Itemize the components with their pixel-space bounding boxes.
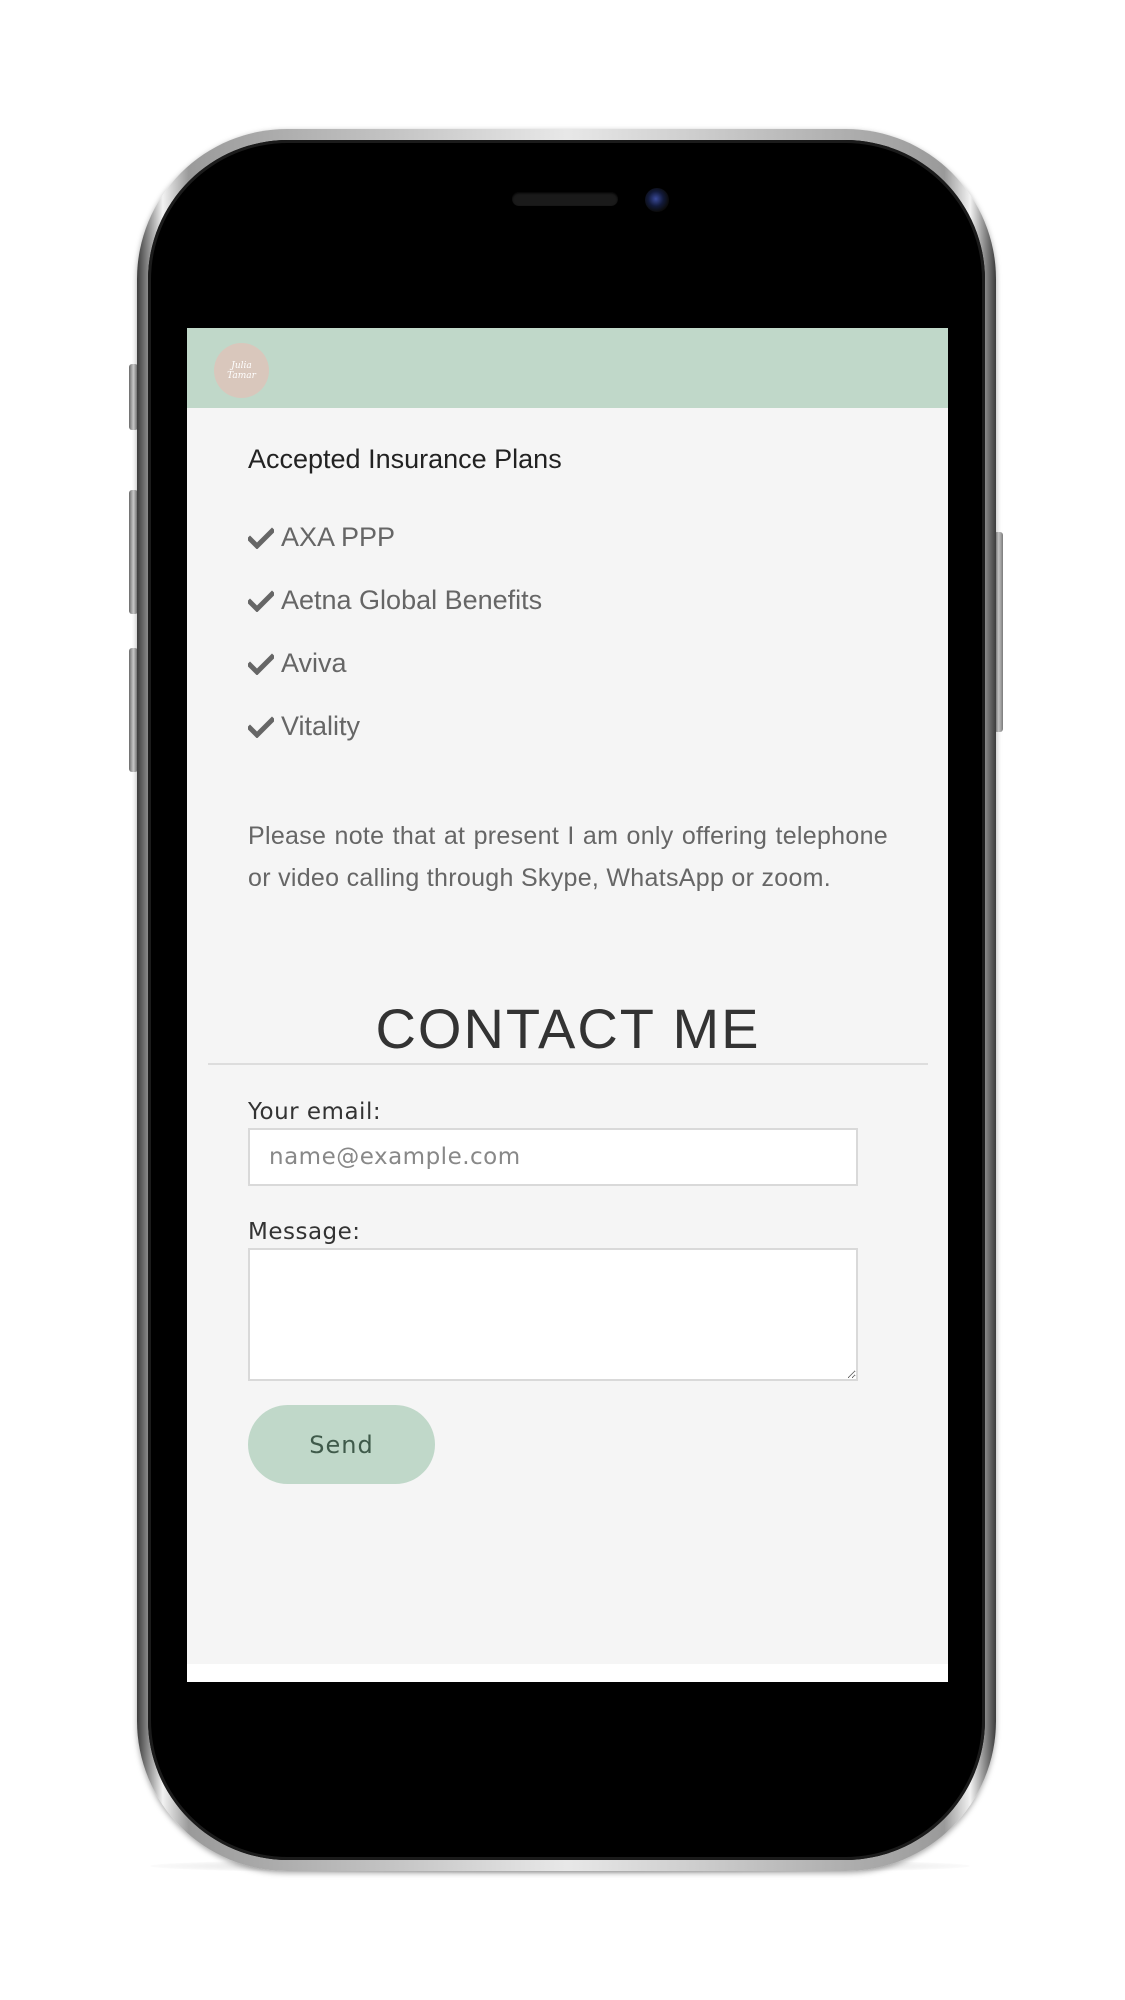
site-logo[interactable]: Julia Tamar <box>214 343 269 398</box>
check-icon <box>248 526 274 549</box>
logo-text-line1: Julia <box>231 360 252 371</box>
page: Julia Tamar Accepted Insurance Plans AXA… <box>0 0 1125 2000</box>
section-divider <box>208 1063 928 1065</box>
plan-label: Vitality <box>281 711 361 741</box>
send-button[interactable]: Send <box>248 1405 435 1484</box>
site-header: Julia Tamar <box>187 328 948 408</box>
email-field[interactable] <box>248 1128 858 1186</box>
plan-label: AXA PPP <box>281 522 396 552</box>
message-label: Message: <box>248 1219 361 1245</box>
check-icon <box>248 715 274 738</box>
insurance-plan-list: AXA PPP Aetna Global Benefits Aviva Vita… <box>248 506 542 758</box>
screen-bottom-strip <box>187 1664 948 1682</box>
contact-title: CONTACT ME <box>375 997 761 1061</box>
check-icon <box>248 652 274 675</box>
plan-label: Aviva <box>281 648 347 678</box>
list-item: Aetna Global Benefits <box>248 569 542 632</box>
front-camera <box>645 188 669 212</box>
insurance-title: Accepted Insurance Plans <box>248 444 562 474</box>
logo-text-line2: Tamar <box>227 370 256 381</box>
check-icon <box>248 589 274 612</box>
message-field[interactable] <box>248 1248 858 1381</box>
contact-form: Your email: Message: Send <box>248 1096 860 1484</box>
list-item: Vitality <box>248 695 542 758</box>
availability-note: Please note that at present I am only of… <box>248 822 888 892</box>
plan-label: Aetna Global Benefits <box>281 585 543 615</box>
email-label: Your email: <box>248 1099 382 1125</box>
list-item: Aviva <box>248 632 542 695</box>
phone-screen: Julia Tamar Accepted Insurance Plans AXA… <box>187 328 948 1682</box>
earpiece-speaker <box>512 192 618 206</box>
list-item: AXA PPP <box>248 506 542 569</box>
